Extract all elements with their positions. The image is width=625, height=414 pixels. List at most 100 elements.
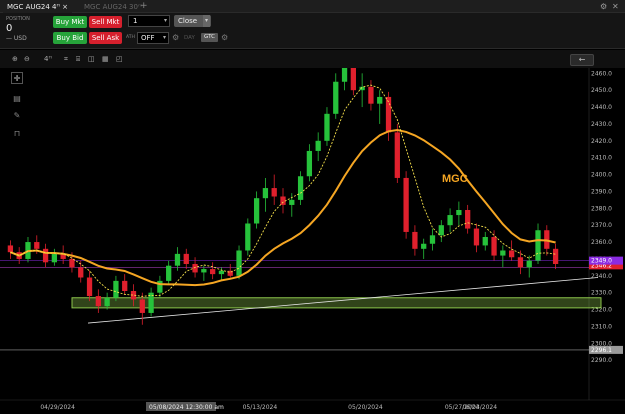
time-tick-label: 05/13/2024	[243, 404, 278, 411]
price-tag-label: 2349.0	[591, 258, 612, 265]
candle-body	[271, 188, 277, 197]
price-tick-label: 2380.0	[591, 205, 612, 212]
candle-body	[139, 299, 145, 313]
price-tick-label: 2390.0	[591, 188, 612, 195]
price-tick-label: 2360.0	[591, 239, 612, 246]
candle-body	[122, 280, 128, 291]
candle-body	[34, 242, 40, 249]
time-tick-label: 04/29/2024	[40, 404, 75, 411]
candle-body	[359, 86, 365, 91]
price-tick-label: 2460.0	[591, 70, 612, 77]
sell-ask-button[interactable]: Sell Ask	[89, 32, 122, 44]
close-position-button[interactable]: Close ▾	[174, 15, 211, 27]
price-tick-label: 2420.0	[591, 138, 612, 145]
crosshair-icon[interactable]: ⌗	[64, 55, 68, 64]
chevron-down-icon[interactable]: ▾	[164, 16, 167, 26]
candle-body	[500, 250, 506, 256]
gear-icon[interactable]: ⚙	[221, 33, 228, 42]
tab-label: MGC AUG24 4ᴴ	[7, 3, 60, 11]
candle-body	[201, 269, 207, 273]
chevron-down-icon[interactable]: ▾	[202, 15, 210, 27]
price-tick-label: 2310.0	[591, 323, 612, 330]
layout-icon[interactable]: ▦	[102, 55, 109, 64]
tab-label: MGC AUG24 30ᵐ	[84, 3, 143, 11]
candle-body	[421, 243, 427, 249]
gtc-toggle[interactable]: GTC	[201, 33, 218, 42]
price-tick-label: 2410.0	[591, 155, 612, 162]
time-tick-label: 05/20/2024	[348, 404, 383, 411]
zoom-in-icon[interactable]: ⊕	[12, 55, 18, 64]
candle-body	[517, 257, 524, 268]
zoom-out-icon[interactable]: ⊖	[24, 55, 30, 64]
candle-body	[306, 150, 313, 177]
close-window-icon[interactable]: ✕	[612, 1, 619, 12]
candle-body	[473, 228, 480, 246]
position-value: 0	[6, 23, 13, 34]
candle-body	[456, 210, 462, 216]
order-panel: POSITION 0 — USD Buy Mkt Sell Mkt Buy Bi…	[0, 13, 625, 49]
candle-body	[236, 250, 242, 276]
cursor-icon[interactable]: ✛	[11, 72, 23, 84]
candle-body	[104, 297, 110, 307]
ath-label: ATH	[126, 35, 135, 40]
chevron-down-icon[interactable]: ▾	[163, 33, 166, 43]
candle-body	[166, 265, 172, 281]
candle-body	[289, 199, 295, 205]
candle-body	[368, 86, 374, 104]
candle-body	[403, 177, 409, 232]
gear-icon[interactable]: ⚙	[600, 1, 607, 12]
price-tick-label: 2340.0	[591, 273, 612, 280]
candle-body	[324, 113, 330, 141]
price-tick-label: 2430.0	[591, 121, 612, 128]
drawing-icon[interactable]: ◫	[88, 55, 95, 64]
candle-body	[95, 296, 101, 307]
quantity-value: 1	[133, 17, 138, 25]
lock-icon[interactable]: ⊓	[11, 128, 23, 140]
tab-mgc-4h[interactable]: MGC AUG24 4ᴴ ×	[3, 1, 72, 13]
pencil-icon[interactable]: ✎	[11, 110, 23, 122]
price-tick-label: 2450.0	[591, 87, 612, 94]
candle-body	[535, 230, 541, 261]
candle-body	[245, 223, 251, 251]
tab-bar: MGC AUG24 4ᴴ × MGC AUG24 30ᵐ + ⚙ ✕	[0, 0, 625, 13]
notes-icon[interactable]: ▤	[11, 93, 23, 105]
back-arrow-button[interactable]: ←	[570, 54, 594, 66]
candle-body	[526, 260, 532, 268]
candle-body	[78, 267, 84, 278]
tab-mgc-30m[interactable]: MGC AUG24 30ᵐ	[80, 1, 146, 13]
day-toggle[interactable]: DAY	[184, 35, 195, 41]
candle-body	[51, 253, 58, 263]
candle-body	[262, 188, 269, 199]
time-tick-label: 06/03/2024	[462, 404, 497, 411]
quantity-field[interactable]: 1 ▾	[128, 15, 170, 27]
candle-body	[218, 270, 225, 275]
price-tick-label: 2400.0	[591, 172, 612, 179]
annotation-mgc: MGC	[442, 173, 468, 185]
position-currency: — USD	[6, 35, 27, 42]
candle-body	[491, 237, 497, 256]
candle-body	[210, 269, 216, 275]
close-label: Close	[178, 17, 198, 25]
candle-body	[86, 277, 93, 297]
gear-icon[interactable]: ⚙	[172, 33, 179, 42]
buy-bid-button[interactable]: Buy Bid	[53, 32, 87, 44]
buy-market-button[interactable]: Buy Mkt	[53, 16, 87, 28]
tif-select[interactable]: OFF ▾	[137, 32, 169, 44]
interval-selector[interactable]: 4ᴴ	[44, 55, 52, 64]
candle-body	[315, 140, 321, 151]
chart-toolbar: ⊕ ⊖ 4ᴴ ⌗ ⌸ ◫ ▦ ◰ ←	[0, 50, 625, 68]
sell-market-button[interactable]: Sell Mkt	[89, 16, 122, 28]
price-tick-label: 2370.0	[591, 222, 612, 229]
candle-body	[333, 81, 339, 114]
price-tick-label: 2440.0	[591, 104, 612, 111]
candle-body	[385, 96, 392, 133]
candle-body	[113, 280, 119, 298]
candle-body	[465, 210, 471, 229]
candle-body	[412, 231, 418, 249]
indicators-icon[interactable]: ⌸	[76, 55, 80, 64]
add-tab-icon[interactable]: +	[140, 0, 148, 13]
close-icon[interactable]: ×	[62, 3, 68, 11]
position-label: POSITION	[6, 16, 30, 22]
candle-body	[297, 176, 304, 200]
template-icon[interactable]: ◰	[116, 55, 123, 64]
